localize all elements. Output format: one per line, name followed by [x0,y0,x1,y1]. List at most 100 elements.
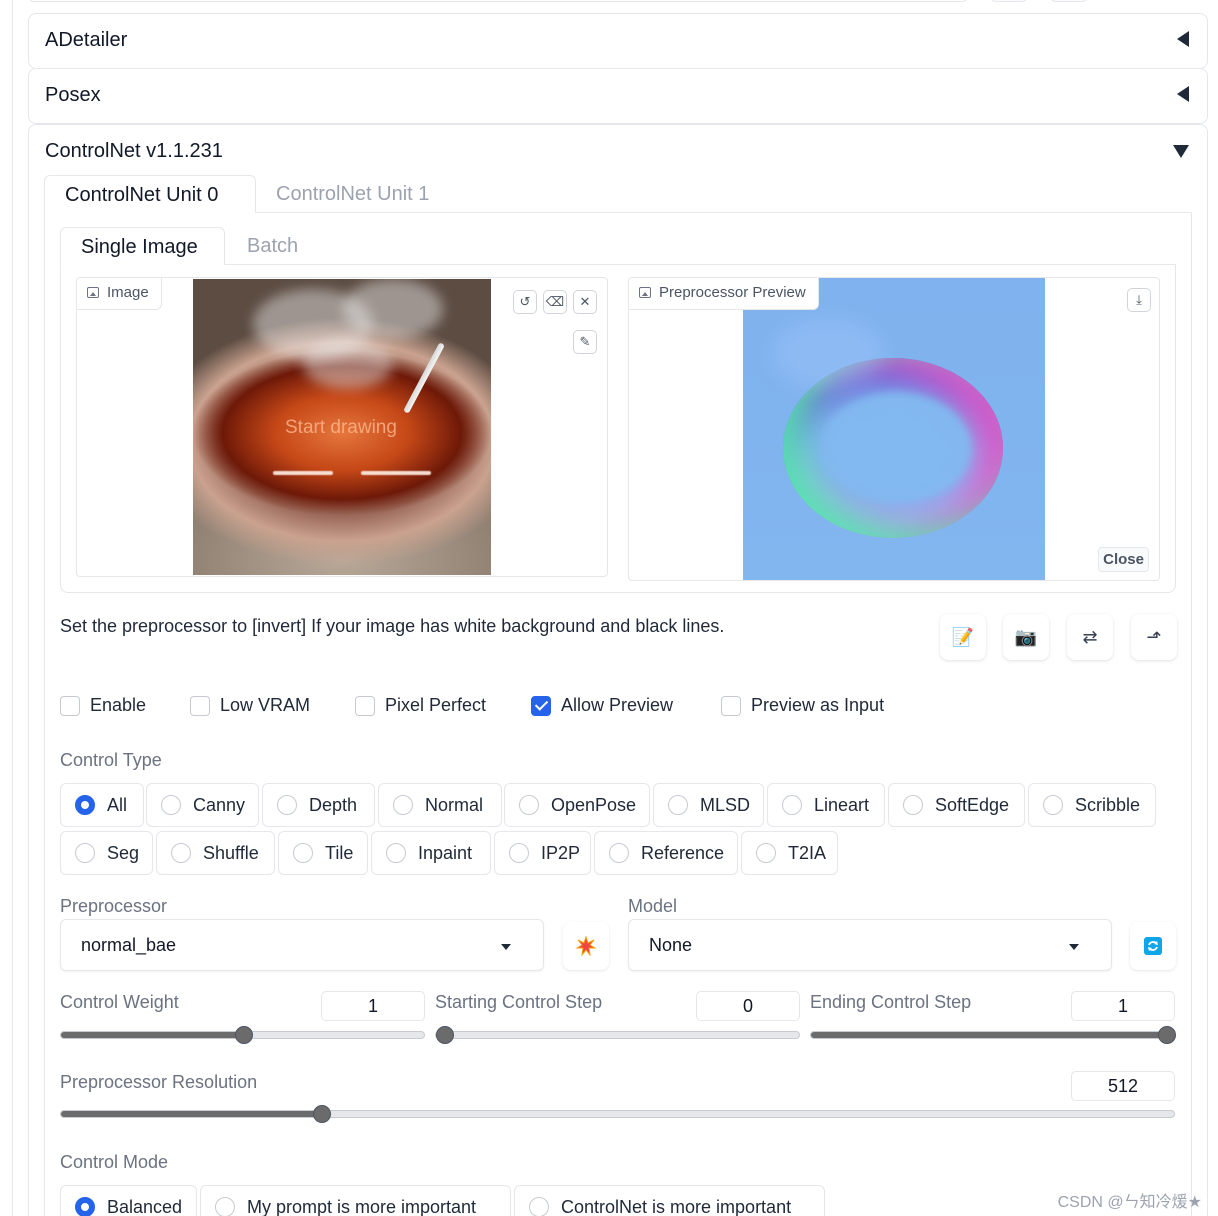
radio-label: Lineart [814,794,870,815]
radio[interactable] [903,795,923,815]
radio[interactable] [782,795,802,815]
model-dropdown[interactable]: None [628,919,1112,971]
radio-label: All [107,794,128,815]
radio-selected[interactable] [75,795,95,815]
download-icon[interactable]: ⤓ [1127,288,1151,312]
control-type-canny[interactable]: Canny [146,783,259,827]
control-type-reference[interactable]: Reference [594,831,738,875]
collapse-arrow-icon [1177,31,1189,47]
preprocessor-resolution-label: Preprocessor Resolution [60,1072,258,1092]
collapse-arrow-icon [1177,86,1189,102]
control-type-all[interactable]: All [60,783,144,827]
radio[interactable] [519,795,539,815]
radio[interactable] [161,795,181,815]
radio[interactable] [509,843,529,863]
top-button-1[interactable] [990,0,1028,2]
radio-selected[interactable] [75,1197,95,1216]
preview-as-input-checkbox[interactable]: Preview as Input [721,695,884,716]
checkbox-box[interactable] [721,695,741,716]
tab-batch[interactable]: Batch [227,227,318,267]
control-type-tile[interactable]: Tile [278,831,368,875]
send-dimensions-icon[interactable]: ⬏ [1131,614,1177,660]
close-icon[interactable]: ✕ [573,290,597,314]
adetailer-accordion[interactable]: ADetailer [28,13,1208,69]
control-type-mlsd[interactable]: MLSD [653,783,764,827]
enable-checkbox[interactable]: Enable [60,695,146,716]
uploaded-image: Start drawing [193,279,491,575]
allow-preview-checkbox[interactable]: Allow Preview [531,695,673,716]
slider-handle[interactable] [1158,1026,1176,1044]
run-preprocessor-icon[interactable] [563,922,609,970]
swap-icon[interactable]: ⇄ [1067,614,1113,660]
model-value: None [649,935,693,955]
slider-handle[interactable] [234,1026,253,1044]
radio[interactable] [529,1197,549,1216]
top-button-2[interactable] [1050,0,1088,2]
preview-label: Preprocessor Preview [629,278,819,310]
control-mode-prompt-important[interactable]: My prompt is more important [200,1185,511,1216]
checkbox-box[interactable] [355,695,375,716]
radio[interactable] [386,843,406,863]
tab-single-image[interactable]: Single Image [60,227,225,265]
tab-controlnet-unit-0[interactable]: ControlNet Unit 0 [44,175,256,213]
low-vram-checkbox[interactable]: Low VRAM [190,695,310,716]
radio[interactable] [277,795,297,815]
undo-icon[interactable]: ↺ [513,290,537,314]
control-type-ip2p[interactable]: IP2P [494,831,591,875]
control-mode-label: Control Mode [60,1152,169,1172]
control-type-normal[interactable]: Normal [378,783,502,827]
preprocessor-dropdown[interactable]: normal_bae [60,919,544,971]
eraser-icon[interactable]: ⌫ [543,290,567,314]
radio-label: Depth [309,794,358,815]
control-mode-balanced[interactable]: Balanced [60,1185,197,1216]
radio[interactable] [1043,795,1063,815]
slider-handle[interactable] [436,1026,454,1044]
expand-arrow-icon[interactable] [1173,145,1189,158]
control-type-softedge[interactable]: SoftEdge [888,783,1025,827]
pixel-perfect-checkbox[interactable]: Pixel Perfect [355,695,486,716]
control-type-lineart[interactable]: Lineart [767,783,885,827]
brush-icon[interactable]: ✎ [573,330,597,354]
radio[interactable] [171,843,191,863]
starting-step-input[interactable]: 0 [696,991,800,1021]
edit-canvas-icon[interactable]: 📝 [940,614,986,660]
starting-step-slider[interactable] [435,1026,800,1044]
control-type-seg[interactable]: Seg [60,831,153,875]
control-type-depth[interactable]: Depth [262,783,375,827]
radio[interactable] [393,795,413,815]
radio[interactable] [668,795,688,815]
control-type-shuffle[interactable]: Shuffle [156,831,275,875]
start-drawing-hint: Start drawing [285,417,397,438]
radio-label: Seg [107,842,140,863]
camera-icon[interactable]: 📷 [1003,614,1049,660]
close-preview-button[interactable]: Close [1098,547,1149,572]
checkbox-box-checked[interactable] [531,695,551,716]
preprocessor-resolution-slider[interactable] [60,1105,1175,1123]
image-canvas[interactable]: Image Start drawing ↺ ⌫ ✕ ✎ [76,277,608,577]
checkbox-box[interactable] [60,695,80,716]
refresh-models-icon[interactable] [1130,922,1176,970]
control-weight-input[interactable]: 1 [321,991,425,1021]
radio-label: OpenPose [551,794,637,815]
checkbox-box[interactable] [190,695,210,716]
ending-step-slider[interactable] [810,1026,1176,1044]
posex-accordion[interactable]: Posex [28,68,1208,124]
control-type-inpaint[interactable]: Inpaint [371,831,491,875]
radio[interactable] [75,843,95,863]
radio-label: Inpaint [418,842,473,863]
preprocessor-label: Preprocessor [60,896,168,916]
ending-step-input[interactable]: 1 [1071,991,1175,1021]
tab-controlnet-unit-1[interactable]: ControlNet Unit 1 [256,175,449,215]
radio[interactable] [215,1197,235,1216]
control-weight-slider[interactable] [60,1026,425,1044]
control-type-t2ia[interactable]: T2IA [741,831,838,875]
control-mode-controlnet-important[interactable]: ControlNet is more important [514,1185,825,1216]
radio[interactable] [293,843,313,863]
control-type-openpose[interactable]: OpenPose [504,783,650,827]
control-type-scribble[interactable]: Scribble [1028,783,1156,827]
radio[interactable] [756,843,776,863]
image-label: Image [77,278,162,310]
controlnet-title[interactable]: ControlNet v1.1.231 [45,140,223,163]
preprocessor-resolution-input[interactable]: 512 [1071,1071,1175,1101]
radio[interactable] [609,843,629,863]
